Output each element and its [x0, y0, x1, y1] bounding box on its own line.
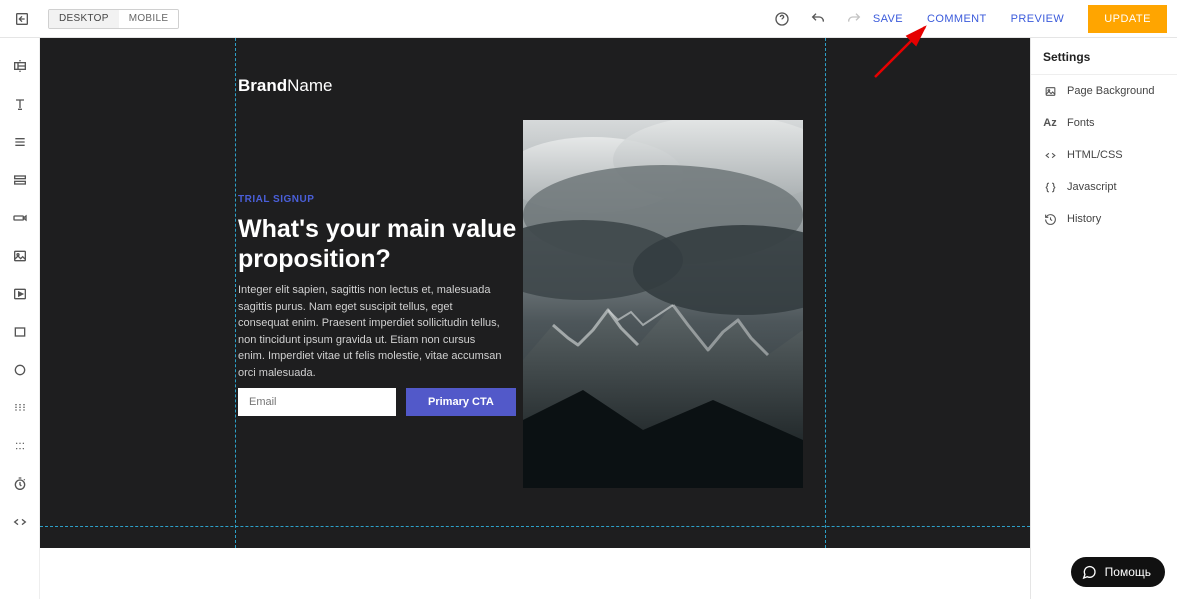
settings-panel: Settings Page Background Az Fonts HTML/C… [1030, 38, 1177, 599]
dots-icon [12, 438, 28, 454]
canvas-viewport: BrandName TRIAL SIGNUP What's your main … [40, 38, 1030, 599]
paragraph-icon [12, 134, 28, 150]
circle-icon [12, 362, 28, 378]
exit-button[interactable] [10, 7, 34, 31]
text-tool[interactable] [10, 94, 30, 114]
settings-item-javascript[interactable]: Javascript [1031, 171, 1177, 203]
form-tool[interactable] [10, 208, 30, 228]
section-icon [12, 58, 28, 74]
left-tool-rail [0, 38, 40, 599]
image-icon [1043, 84, 1057, 98]
image-tool[interactable] [10, 246, 30, 266]
save-button[interactable]: SAVE [873, 13, 903, 25]
settings-item-label: Page Background [1067, 85, 1154, 97]
braces-icon [1043, 180, 1057, 194]
device-toggle: DESKTOP MOBILE [48, 9, 179, 29]
settings-list: Page Background Az Fonts HTML/CSS Javasc… [1031, 74, 1177, 235]
settings-item-htmlcss[interactable]: HTML/CSS [1031, 139, 1177, 171]
circle-tool[interactable] [10, 360, 30, 380]
code-icon [1043, 148, 1057, 162]
settings-item-page-background[interactable]: Page Background [1031, 75, 1177, 107]
comment-button[interactable]: COMMENT [927, 13, 987, 25]
paragraph-tool[interactable] [10, 132, 30, 152]
guide-vertical [235, 38, 236, 548]
preview-button[interactable]: PREVIEW [1011, 13, 1065, 25]
text-icon [12, 96, 28, 112]
hero-image[interactable] [523, 120, 803, 488]
topbar: DESKTOP MOBILE SAVE COMMENT PREVIEW UPDA… [0, 0, 1177, 38]
device-mobile-button[interactable]: MOBILE [119, 10, 179, 28]
undo-icon[interactable] [809, 10, 827, 28]
dots-tool[interactable] [10, 436, 30, 456]
embed-tool[interactable] [10, 512, 30, 532]
timer-tool[interactable] [10, 474, 30, 494]
help-chat-button[interactable]: Помощь [1071, 557, 1165, 587]
script-icon: Az [1043, 116, 1057, 130]
box-tool[interactable] [10, 322, 30, 342]
settings-item-label: HTML/CSS [1067, 149, 1123, 161]
timer-icon [12, 476, 28, 492]
brand-logo[interactable]: BrandName [238, 76, 332, 96]
primary-cta-button[interactable]: Primary CTA [406, 388, 516, 416]
slider-tool[interactable] [10, 398, 30, 418]
video-icon [12, 286, 28, 302]
topbar-icon-group [773, 10, 863, 28]
box-icon [12, 324, 28, 340]
settings-item-fonts[interactable]: Az Fonts [1031, 107, 1177, 139]
guide-vertical [825, 38, 826, 548]
settings-item-history[interactable]: History [1031, 203, 1177, 235]
device-desktop-button[interactable]: DESKTOP [49, 10, 119, 28]
hero-body[interactable]: Integer elit sapien, sagittis non lectus… [238, 282, 503, 381]
chat-icon [1081, 564, 1097, 580]
update-button[interactable]: UPDATE [1088, 5, 1167, 33]
settings-item-label: History [1067, 213, 1101, 225]
topbar-actions: SAVE COMMENT PREVIEW UPDATE [873, 5, 1167, 33]
help-label: Помощь [1105, 565, 1151, 579]
guide-horizontal [40, 526, 1030, 527]
embed-icon [12, 514, 28, 530]
form-icon [12, 210, 28, 226]
redo-icon[interactable] [845, 10, 863, 28]
email-field[interactable] [238, 388, 396, 416]
list-tool[interactable] [10, 170, 30, 190]
page-canvas[interactable]: BrandName TRIAL SIGNUP What's your main … [40, 38, 1030, 548]
list-icon [12, 172, 28, 188]
exit-icon [14, 11, 30, 27]
section-tool[interactable] [10, 56, 30, 76]
settings-item-label: Fonts [1067, 117, 1095, 129]
history-icon [1043, 212, 1057, 226]
brand-bold: Brand [238, 76, 287, 95]
image-icon [12, 248, 28, 264]
help-icon[interactable] [773, 10, 791, 28]
hero-headline[interactable]: What's your main value proposition? [238, 214, 518, 274]
hero-eyebrow[interactable]: TRIAL SIGNUP [238, 194, 314, 205]
brand-light: Name [287, 76, 332, 95]
video-tool[interactable] [10, 284, 30, 304]
slider-icon [12, 400, 28, 416]
settings-item-label: Javascript [1067, 181, 1117, 193]
settings-title: Settings [1031, 38, 1177, 74]
